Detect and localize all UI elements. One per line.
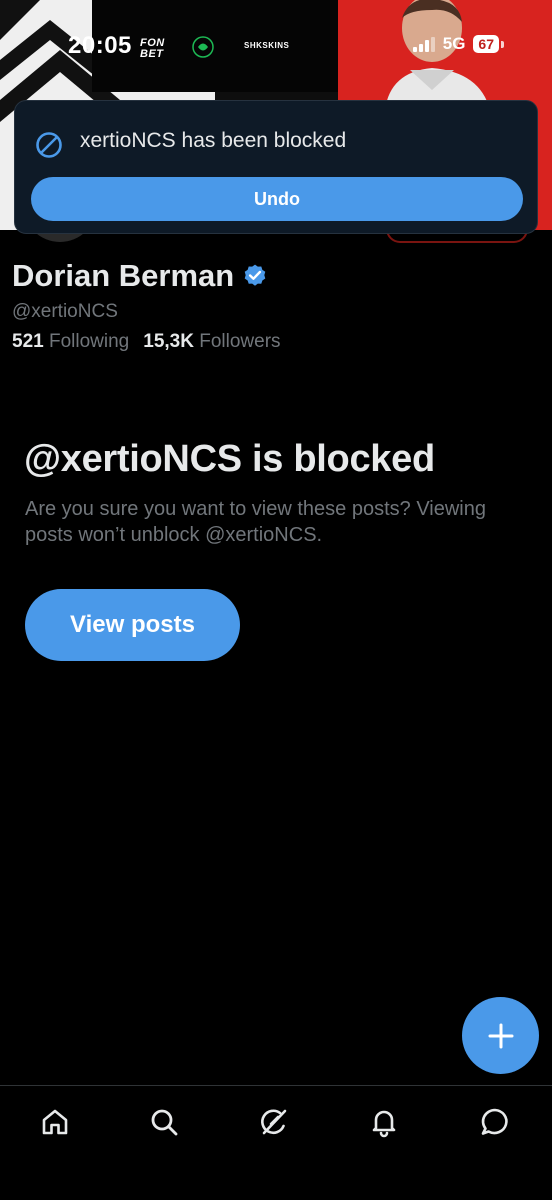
status-icons: 5G 67	[412, 34, 504, 54]
nav-notifications[interactable]	[362, 1100, 406, 1144]
view-posts-button[interactable]: View posts	[25, 589, 240, 661]
verified-badge-icon[interactable]	[242, 263, 268, 289]
followers-count: 15,3K	[143, 331, 194, 352]
profile-stats: 521 Following 15,3K Followers	[12, 331, 281, 353]
blocked-toast: xertioNCS has been blocked Undo	[14, 100, 538, 234]
messages-icon	[481, 1108, 508, 1135]
banner-player-photo	[380, 0, 530, 110]
following-count: 521	[12, 331, 44, 352]
nav-messages[interactable]	[473, 1100, 517, 1144]
block-icon	[36, 132, 62, 158]
plus-icon	[488, 1023, 513, 1048]
nav-grok[interactable]	[252, 1100, 296, 1144]
compose-button[interactable]	[462, 997, 539, 1074]
battery-level: 67	[473, 35, 499, 53]
grok-icon	[261, 1109, 287, 1135]
undo-button[interactable]: Undo	[31, 177, 523, 221]
followers-link[interactable]: 15,3K Followers	[143, 331, 280, 353]
toast-message: xertioNCS has been blocked	[80, 129, 347, 152]
profile-name: Dorian Berman	[12, 258, 268, 294]
blocked-title: @xertioNCS is blocked	[24, 438, 435, 480]
notifications-icon	[372, 1110, 396, 1138]
signal-icon	[412, 36, 435, 52]
home-icon	[42, 1109, 68, 1135]
search-icon	[151, 1109, 178, 1136]
bottom-nav	[0, 1085, 552, 1200]
profile-handle: @xertioNCS	[12, 301, 118, 322]
nav-home[interactable]	[33, 1100, 77, 1144]
following-label: Following	[48, 331, 130, 352]
followers-label: Followers	[199, 331, 281, 352]
profile-name-text: Dorian Berman	[12, 258, 235, 293]
status-time: 20:05	[68, 32, 132, 59]
battery-icon: 67	[473, 35, 504, 53]
fonbet-logo: FON BET	[140, 37, 165, 60]
nav-search[interactable]	[142, 1100, 186, 1144]
blocked-description: Are you sure you want to view these post…	[25, 498, 486, 546]
network-type: 5G	[442, 34, 466, 53]
following-link[interactable]: 521 Following	[12, 331, 129, 353]
skins-logo: SHKSKINS	[244, 41, 290, 50]
razer-logo	[192, 36, 214, 58]
